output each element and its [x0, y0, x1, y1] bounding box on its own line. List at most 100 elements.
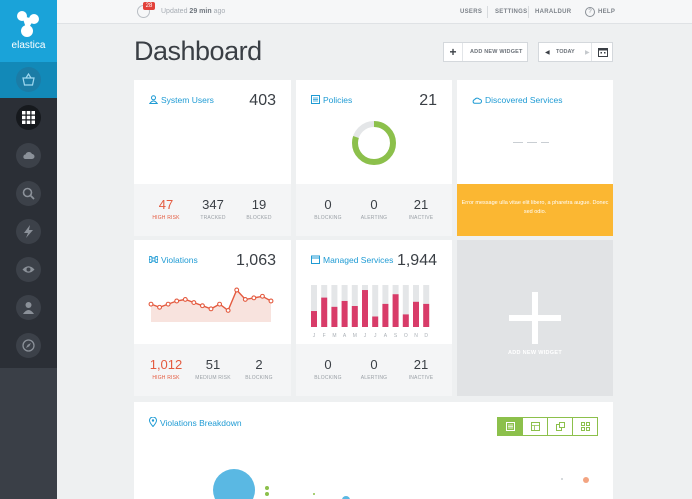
month-label: N: [414, 333, 418, 339]
trend-point[interactable]: [165, 301, 171, 307]
empty-placeholder-dash: [513, 142, 523, 143]
bar[interactable]: [423, 303, 430, 327]
bar[interactable]: [402, 314, 409, 327]
bubble[interactable]: [561, 478, 563, 480]
sidebar-item-activity[interactable]: [16, 219, 41, 244]
bubble[interactable]: [583, 477, 589, 483]
lightning-icon: [24, 225, 33, 238]
bubble[interactable]: [213, 469, 255, 499]
policies-card[interactable]: Policies 21 0 BLOCKING 0 ALERTING 21 INA…: [296, 80, 452, 236]
bar[interactable]: [321, 297, 328, 327]
trend-point[interactable]: [191, 300, 197, 306]
sidebar-item-cloud[interactable]: [16, 143, 41, 168]
card-title: System Users: [148, 95, 214, 105]
stat-alerting[interactable]: 0 ALERTING: [349, 197, 399, 221]
calendar-button[interactable]: [591, 43, 613, 61]
trend-point[interactable]: [242, 296, 248, 302]
trend-point[interactable]: [199, 303, 205, 309]
bar[interactable]: [311, 311, 317, 327]
system-users-total: 403: [249, 92, 276, 109]
card-title: Discovered Services: [472, 95, 562, 105]
location-pin-icon: [148, 416, 158, 428]
month-label: A: [343, 333, 347, 339]
view-list-button[interactable]: [498, 418, 523, 435]
basket-icon: [22, 73, 35, 86]
help-link[interactable]: HELP: [598, 9, 615, 15]
trend-point[interactable]: [251, 295, 257, 301]
add-widget-button[interactable]: + ADD NEW WIDGET: [443, 42, 528, 62]
stat-blocking[interactable]: 0 BLOCKING: [303, 357, 353, 381]
view-cascade-button[interactable]: [548, 418, 573, 435]
trend-point[interactable]: [259, 293, 265, 299]
sidebar-item-monitor[interactable]: [16, 257, 41, 282]
add-widget-tile[interactable]: ADD NEW WIDGET: [457, 240, 613, 396]
trend-point[interactable]: [182, 296, 188, 302]
trend-point[interactable]: [225, 307, 231, 313]
policies-donut-chart: [352, 121, 396, 165]
bar[interactable]: [413, 301, 419, 327]
trend-point[interactable]: [234, 287, 240, 293]
sidebar-item-users[interactable]: [16, 295, 41, 320]
trend-point[interactable]: [157, 304, 163, 310]
nav-users-link[interactable]: USERS: [460, 9, 482, 15]
sidebar: elastica: [0, 0, 57, 499]
stat-medium-risk[interactable]: 51 MEDIUM RISK: [188, 357, 238, 381]
sidebar-item-search[interactable]: [16, 181, 41, 206]
trend-point[interactable]: [268, 298, 274, 304]
stat-inactive[interactable]: 21 INACTIVE: [396, 357, 446, 381]
sidebar-item-dashboard[interactable]: [16, 105, 41, 130]
bubble[interactable]: [265, 486, 269, 490]
bar[interactable]: [362, 290, 368, 327]
system-users-card[interactable]: System Users 403 47 HIGH RISK 347 TRACKE…: [134, 80, 291, 236]
nav-user-menu[interactable]: HARALDUR: [535, 9, 571, 15]
month-label: J: [364, 333, 367, 339]
next-day-icon[interactable]: ▶: [585, 49, 590, 56]
bar[interactable]: [372, 316, 379, 328]
prev-day-icon[interactable]: ◀: [545, 49, 550, 56]
bar[interactable]: [392, 294, 399, 327]
date-selector[interactable]: ◀ TODAY ▶: [538, 42, 613, 62]
bubble[interactable]: [313, 493, 315, 495]
month-label: O: [404, 333, 408, 339]
grid-icon: [22, 111, 35, 124]
bar[interactable]: [351, 306, 358, 327]
stat-alerting[interactable]: 0 ALERTING: [349, 357, 399, 381]
stat-blocking[interactable]: 2 BLOCKING: [234, 357, 284, 381]
discovered-services-card[interactable]: Discovered Services Error message ulla v…: [457, 80, 613, 236]
sidebar-item-basket[interactable]: [16, 67, 41, 92]
compass-icon: [22, 339, 35, 352]
nav-settings-link[interactable]: SETTINGS: [495, 9, 527, 15]
help-icon[interactable]: ?: [585, 7, 595, 17]
month-label: D: [424, 333, 428, 339]
stat-inactive[interactable]: 21 INACTIVE: [396, 197, 446, 221]
violations-breakdown-bubble-chart: [213, 469, 589, 499]
bar[interactable]: [331, 306, 338, 327]
elastica-logo-icon: [17, 11, 39, 37]
cloud-icon: [23, 152, 35, 159]
notification-badge: 28: [143, 2, 155, 10]
trend-point[interactable]: [174, 298, 180, 304]
cloud-icon: [472, 97, 482, 104]
violations-card[interactable]: Violations 1,063 1,012 HIGH RISK 51 MEDI…: [134, 240, 291, 396]
stat-high-risk[interactable]: 47 HIGH RISK: [141, 197, 191, 221]
month-label: J: [313, 333, 316, 339]
stat-high-risk[interactable]: 1,012 HIGH RISK: [141, 357, 191, 381]
view-table-button[interactable]: [523, 418, 548, 435]
brand-logo[interactable]: elastica: [0, 0, 57, 62]
stat-blocking[interactable]: 0 BLOCKING: [303, 197, 353, 221]
card-title: Policies: [311, 95, 352, 105]
month-label: A: [384, 333, 388, 339]
bar[interactable]: [341, 300, 348, 327]
sidebar-item-explore[interactable]: [16, 333, 41, 358]
violations-breakdown-card[interactable]: Violations Breakdown: [134, 402, 613, 499]
bar[interactable]: [382, 303, 389, 327]
trend-point[interactable]: [148, 301, 154, 307]
trend-point[interactable]: [217, 301, 223, 307]
card-footer: 1,012 HIGH RISK 51 MEDIUM RISK 2 BLOCKIN…: [134, 344, 291, 396]
managed-services-card[interactable]: Managed Services 1,944 JFMAMJJASOND 0 BL…: [296, 240, 452, 396]
view-grid-button[interactable]: [573, 418, 598, 435]
trend-point[interactable]: [208, 306, 214, 312]
stat-tracked[interactable]: 347 TRACKED: [188, 197, 238, 221]
bubble[interactable]: [265, 492, 269, 496]
stat-blocked[interactable]: 19 BLOCKED: [234, 197, 284, 221]
